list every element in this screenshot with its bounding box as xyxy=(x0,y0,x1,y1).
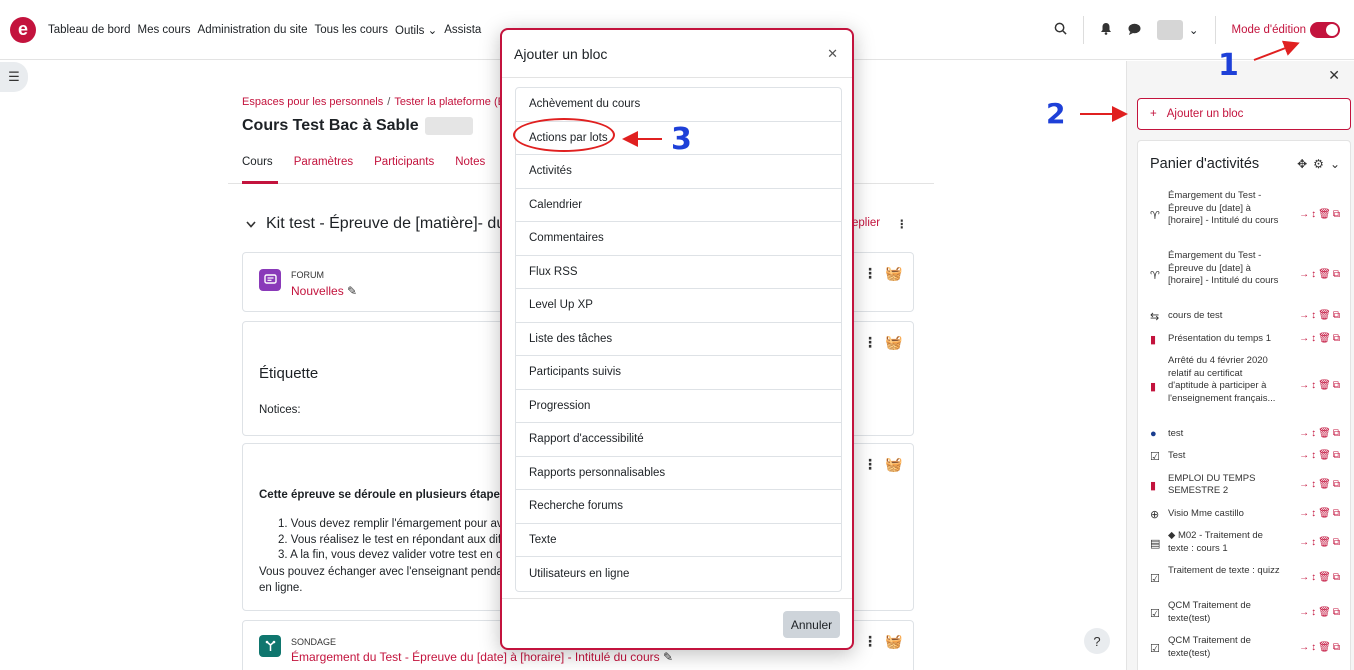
block-option[interactable]: Flux RSS xyxy=(516,256,841,289)
block-option[interactable]: Utilisateurs en ligne xyxy=(516,557,841,591)
block-option[interactable]: Recherche forums xyxy=(516,490,841,524)
annotation-ellipse xyxy=(513,118,615,152)
modal-divider xyxy=(502,598,852,599)
cancel-button[interactable]: Annuler xyxy=(783,611,840,638)
annotation-number-1: 1 xyxy=(1218,48,1239,83)
modal-divider xyxy=(502,77,852,78)
annotation-number-3: 3 xyxy=(671,122,692,157)
annotation-number-2: 2 xyxy=(1046,97,1066,130)
block-list: Achèvement du cours Actions par lots Act… xyxy=(515,87,842,592)
block-option[interactable]: Achèvement du cours xyxy=(516,88,841,122)
close-icon[interactable]: ✕ xyxy=(827,46,838,62)
block-option[interactable]: Commentaires xyxy=(516,222,841,256)
block-option[interactable]: Texte xyxy=(516,524,841,557)
modal-title: Ajouter un bloc xyxy=(514,46,608,62)
block-option[interactable]: Calendrier xyxy=(516,189,841,222)
block-option[interactable]: Rapports personnalisables xyxy=(516,457,841,490)
block-option[interactable]: Participants suivis xyxy=(516,356,841,390)
block-option[interactable]: Liste des tâches xyxy=(516,323,841,356)
block-option[interactable]: Activités xyxy=(516,155,841,189)
block-option[interactable]: Rapport d'accessibilité xyxy=(516,423,841,457)
block-option[interactable]: Progression xyxy=(516,390,841,423)
block-option[interactable]: Level Up XP xyxy=(516,289,841,323)
